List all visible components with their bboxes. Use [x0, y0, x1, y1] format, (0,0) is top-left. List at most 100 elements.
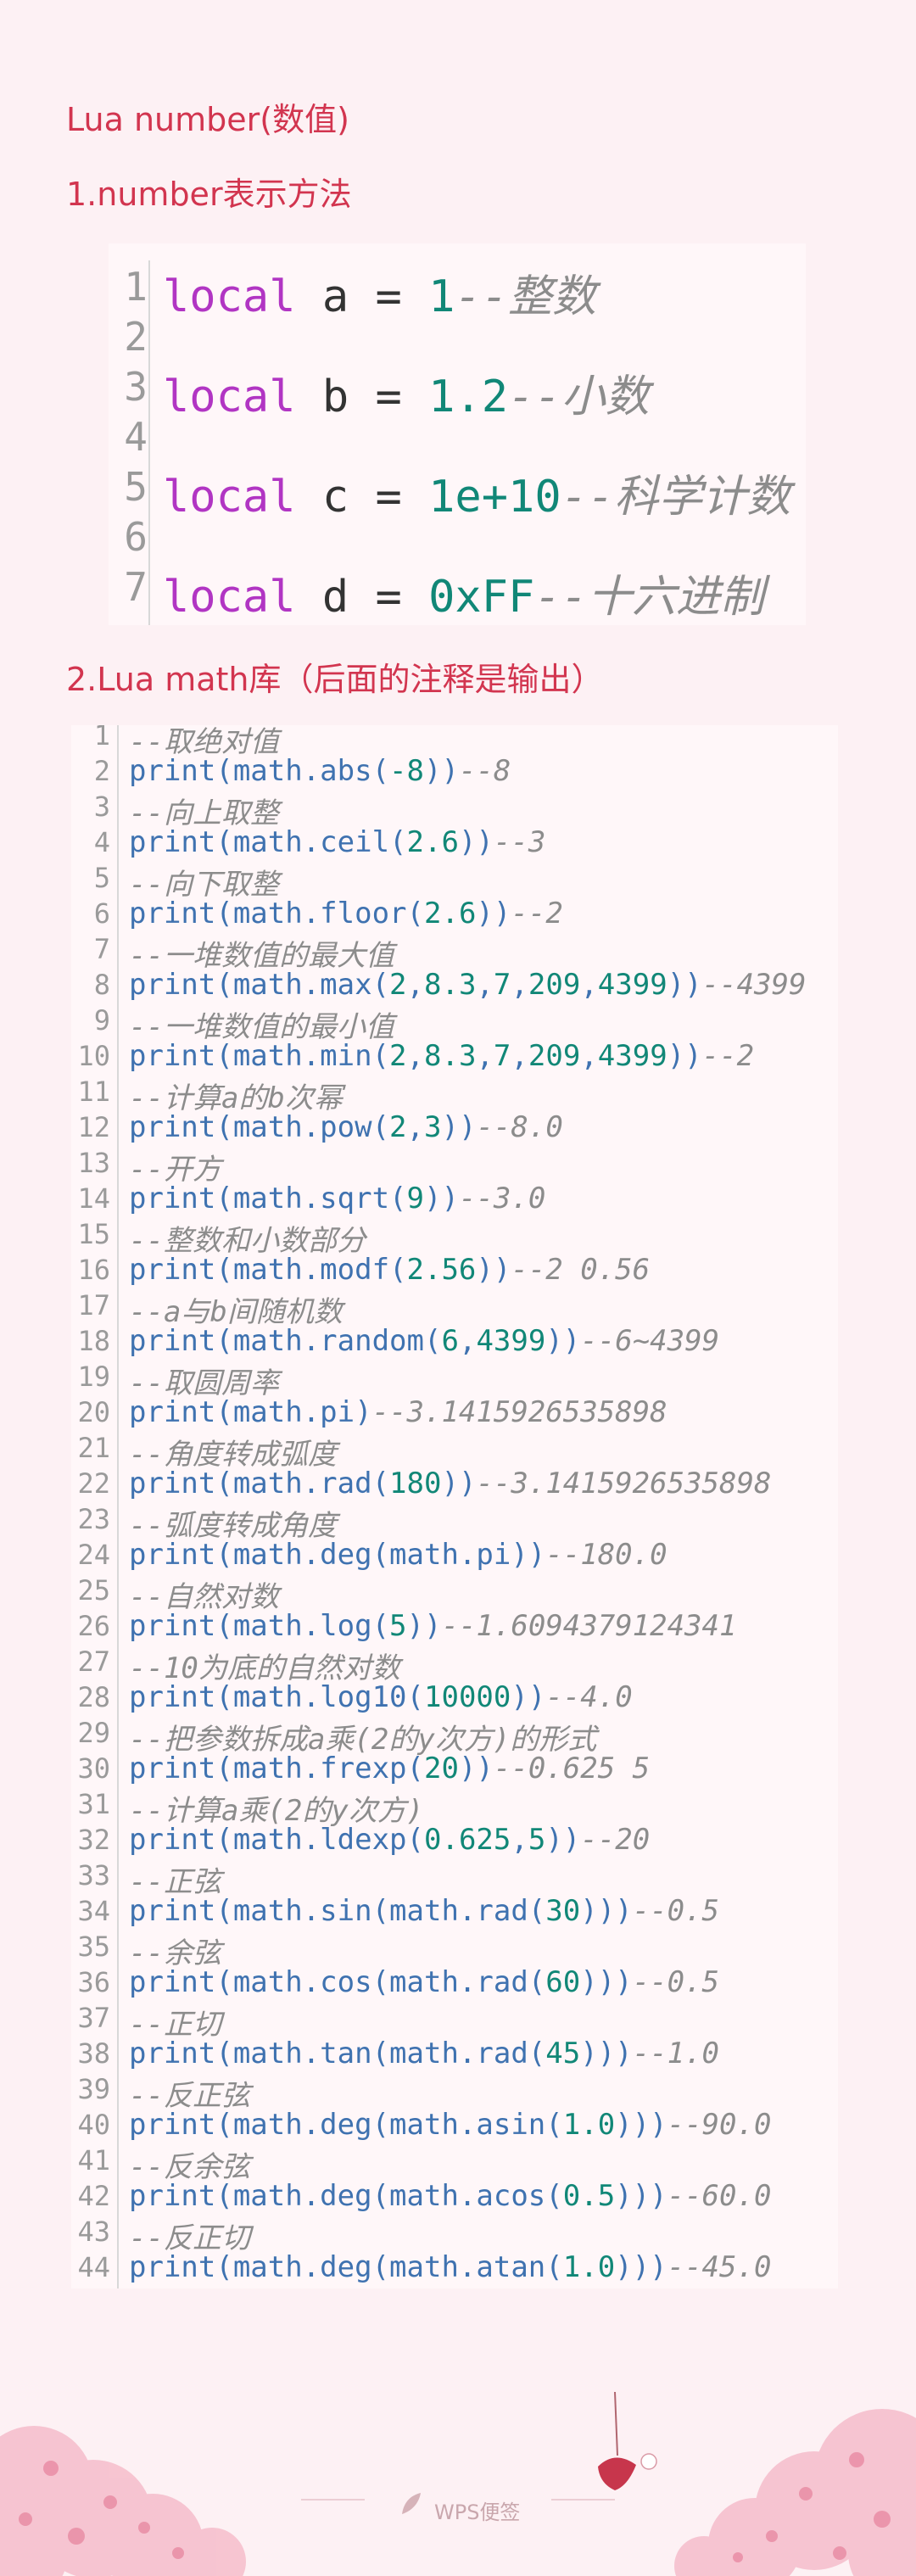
code-token: print(math.max(	[129, 968, 390, 1002]
line-number: 16	[77, 1254, 110, 1286]
line-number: 3	[124, 364, 148, 410]
code-token: --3.1415926535898	[371, 1395, 667, 1429]
line-number: 32	[77, 1824, 110, 1856]
code-token: )))	[615, 2250, 667, 2284]
code-line: 25 --自然对数	[71, 1573, 838, 1614]
code-line: 30 print(math.frexp(20))--0.625 5	[71, 1752, 838, 1787]
code-text: print(math.deg(math.acos(0.5)))--60.0	[129, 2179, 771, 2213]
code-token: ))	[545, 1823, 581, 1857]
code-token: ))	[667, 968, 702, 1002]
code-token: ))	[458, 825, 494, 859]
code-token: --2	[701, 1039, 755, 1073]
code-text: print(math.pi)--3.1415926535898	[129, 1395, 667, 1429]
code-text: print(math.ceil(2.6))--3	[129, 825, 545, 859]
code-token: 5	[389, 1609, 407, 1643]
code-token: 1.0	[562, 2250, 616, 2284]
code-line: 15 --整数和小数部分	[71, 1217, 838, 1258]
code-token: -8	[389, 754, 424, 788]
code-line: 7 local d = 0xFF--十六进制	[109, 561, 806, 625]
line-number: 12	[77, 1111, 110, 1143]
code-token: ,	[458, 1324, 477, 1358]
code-text: print(math.random(6,4399))--6~4399	[129, 1324, 719, 1358]
code-line: 8 print(math.max(2,8.3,7,209,4399))--4399	[71, 968, 838, 1003]
code-token: local	[163, 572, 296, 623]
code-line: 20 print(math.pi)--3.1415926535898	[71, 1395, 838, 1431]
line-number: 18	[77, 1325, 110, 1357]
code-token: print(math.frexp(	[129, 1752, 424, 1785]
line-number: 37	[77, 2002, 110, 2034]
code-line: 4 print(math.ceil(2.6))--3	[71, 825, 838, 861]
line-number: 36	[77, 1966, 110, 1998]
wps-brand-label: WPS便签	[434, 2501, 521, 2524]
code-line: 34 print(math.sin(math.rad(30)))--0.5	[71, 1894, 838, 1930]
line-number: 6	[124, 514, 148, 560]
code-line: 32 print(math.ldexp(0.625,5))--20	[71, 1823, 838, 1858]
line-number: 42	[77, 2180, 110, 2212]
code-block-number-notation: 1 local a = 1--整数 2 3 local b = 1.2--小数 4 5 loc…	[109, 243, 806, 625]
code-token: --90.0	[667, 2108, 772, 2142]
code-token: --0.5	[632, 1965, 720, 1999]
code-token: 2.6	[406, 825, 459, 859]
line-number: 27	[77, 1646, 110, 1678]
code-token: --3.1415926535898	[476, 1467, 772, 1500]
line-number: 38	[77, 2037, 110, 2070]
code-token: 2.56	[406, 1253, 477, 1287]
code-token: 6	[441, 1324, 459, 1358]
line-number: 26	[77, 1610, 110, 1642]
line-number: 2	[124, 314, 148, 360]
code-line: 35 --余弦	[71, 1930, 838, 1970]
code-line: 18 print(math.random(6,4399))--6~4399	[71, 1324, 838, 1360]
code-token: 8.3	[424, 968, 477, 1002]
code-token: 0.625	[424, 1823, 511, 1857]
code-token: 8.3	[424, 1039, 477, 1073]
code-token: )))	[580, 1965, 633, 1999]
code-line: 40 print(math.deg(math.asin(1.0)))--90.0	[71, 2108, 838, 2143]
code-token: print(math.sin(math.rad(	[129, 1894, 546, 1928]
code-token: --十六进制	[534, 572, 764, 623]
code-token: ))	[667, 1039, 702, 1073]
line-number: 8	[93, 969, 110, 1001]
code-token: print(math.modf(	[129, 1253, 407, 1287]
note-title: Lua number(数值)	[66, 101, 349, 138]
code-token: print(math.deg(math.asin(	[129, 2108, 563, 2142]
code-line: 10 print(math.min(2,8.3,7,209,4399))--2	[71, 1039, 838, 1075]
line-number: 4	[93, 826, 110, 858]
code-token: ,	[476, 1039, 494, 1073]
section-heading-math-library: 2.Lua math库（后面的注释是输出）	[66, 661, 604, 698]
code-token: print(math.random(	[129, 1324, 442, 1358]
line-number: 7	[124, 564, 148, 610]
code-text: print(math.rad(180))--3.1415926535898	[129, 1467, 771, 1500]
code-text: print(math.log(5))--1.6094379124341	[129, 1609, 736, 1643]
code-line: 1 --取绝对值	[71, 725, 838, 759]
line-number: 33	[77, 1859, 110, 1891]
code-line: 36 print(math.cos(math.rad(60)))--0.5	[71, 1965, 838, 2001]
code-token: --6~4399	[580, 1324, 720, 1358]
code-token: ))	[406, 1609, 442, 1643]
code-token: ))	[458, 1752, 494, 1785]
code-token: print(math.ldexp(	[129, 1823, 424, 1857]
code-token: print(math.deg(math.pi))	[129, 1538, 546, 1572]
code-token: 0.5	[562, 2179, 616, 2213]
code-token: print(math.deg(math.acos(	[129, 2179, 563, 2213]
code-token: )))	[615, 2108, 667, 2142]
code-token: print(math.sqrt(	[129, 1182, 407, 1215]
code-text: print(math.max(2,8.3,7,209,4399))--4399	[129, 968, 806, 1002]
code-line: 22 print(math.rad(180))--3.1415926535898	[71, 1467, 838, 1502]
code-token: --8	[458, 754, 511, 788]
section-heading-number-notation: 1.number表示方法	[66, 176, 352, 213]
line-number: 40	[77, 2109, 110, 2141]
sakura-footer-decoration	[0, 2391, 916, 2576]
line-number: 28	[77, 1681, 110, 1713]
code-token: ))	[441, 1110, 477, 1144]
line-number: 19	[77, 1361, 110, 1393]
code-token: --4399	[701, 968, 807, 1002]
code-token: print(math.rad(	[129, 1467, 390, 1500]
code-token: --3.0	[458, 1182, 546, 1215]
code-text: print(math.abs(-8))--8	[129, 754, 511, 788]
code-text: print(math.modf(2.56))--2 0.56	[129, 1253, 650, 1287]
code-token: print(math.abs(	[129, 754, 390, 788]
line-number: 6	[93, 897, 110, 930]
line-number: 34	[77, 1895, 110, 1927]
code-token: 3	[424, 1110, 442, 1144]
line-number: 3	[93, 791, 110, 823]
